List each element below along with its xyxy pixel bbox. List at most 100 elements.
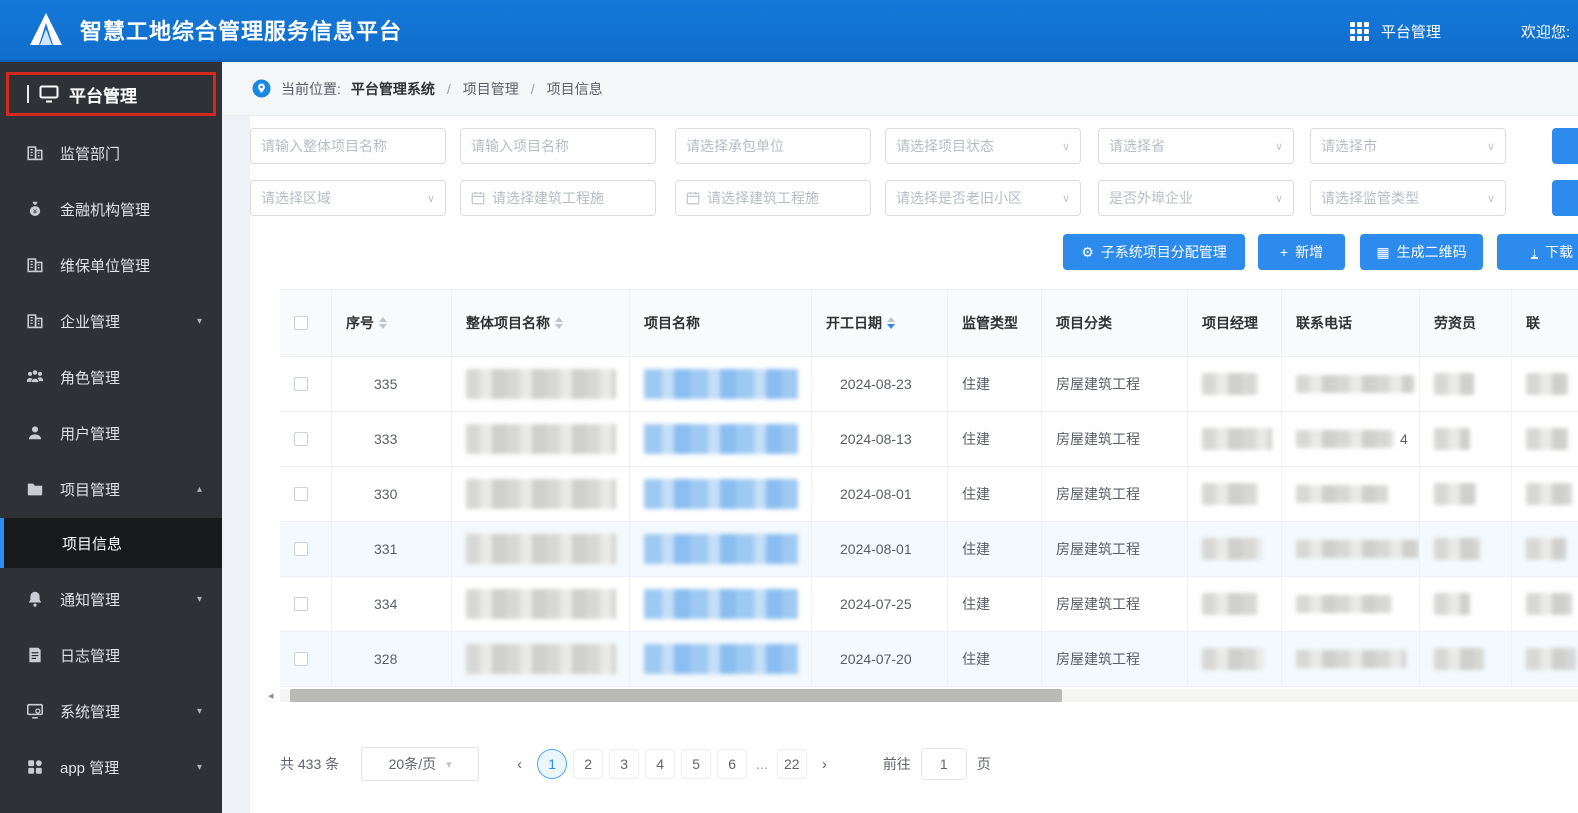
redacted-project-name-link[interactable] — [644, 424, 798, 454]
action-button-2[interactable]: ▦ 生成二维码 — [1360, 234, 1483, 270]
row-checkbox[interactable] — [294, 652, 308, 666]
page-number-2[interactable]: 2 — [573, 749, 604, 779]
table-row: 328 2024-07-20 住建 房屋建筑工程 — [280, 632, 1578, 687]
action-button-1[interactable]: + 新增 — [1258, 234, 1345, 270]
breadcrumb-root[interactable]: 平台管理系统 — [351, 79, 435, 99]
cell-project-category: 房屋建筑工程 — [1056, 486, 1140, 502]
action-button-label: 新增 — [1295, 244, 1324, 260]
filter-select-5[interactable]: 请选择市 ∨ — [1310, 128, 1506, 164]
select-all-checkbox[interactable] — [294, 316, 308, 330]
table-cell — [1282, 467, 1420, 521]
breadcrumb-item-project-info[interactable]: 项目信息 — [547, 79, 603, 99]
redacted-project-name-link[interactable] — [644, 644, 798, 674]
download-icon: ↓ — [1531, 244, 1538, 260]
next-page-button[interactable]: › — [810, 756, 839, 773]
cell-project-category: 房屋建筑工程 — [1056, 376, 1140, 392]
chevron-down-icon: ▾ — [196, 705, 202, 717]
table-row: 335 2024-08-23 住建 房屋建筑工程 — [280, 357, 1578, 412]
table-cell: 2024-08-01 — [812, 522, 948, 576]
table-header-cell-8: 联系电话 — [1282, 290, 1420, 356]
goto-page-input[interactable] — [920, 748, 967, 780]
sidebar-item-7[interactable]: 通知管理 ▾ — [0, 576, 222, 622]
sidebar-item-10[interactable]: app 管理 ▾ — [0, 744, 222, 790]
qrcode-icon: ▦ — [1376, 244, 1390, 260]
monitor-icon — [39, 85, 59, 103]
sidebar-item-8[interactable]: 日志管理 — [0, 632, 222, 678]
table-cell — [630, 412, 812, 466]
filter-input-1[interactable]: 请输入项目名称 — [460, 128, 656, 164]
sidebar-item-label: 项目管理 — [60, 481, 121, 499]
page-number-3[interactable]: 3 — [609, 749, 640, 779]
cell-seq: 335 — [374, 376, 398, 392]
sidebar-item-label: 通知管理 — [60, 591, 121, 609]
table-cell: 2024-07-20 — [812, 632, 948, 686]
page-number-1[interactable]: 1 — [537, 749, 568, 779]
scrollbar-thumb[interactable] — [290, 689, 1062, 702]
sidebar-item-label: 用户管理 — [60, 425, 121, 443]
action-button-0[interactable]: ⚙ 子系统项目分配管理 — [1063, 234, 1245, 270]
redacted-project-name-link[interactable] — [644, 369, 798, 399]
row-checkbox[interactable] — [294, 432, 308, 446]
sidebar-item-label: 企业管理 — [60, 313, 121, 331]
sidebar-item-1[interactable]: ¥ 金融机构管理 — [0, 186, 222, 232]
page-number-6[interactable]: 6 — [717, 749, 748, 779]
sidebar-item-4[interactable]: 角色管理 — [0, 354, 222, 400]
sidebar-item-2[interactable]: 维保单位管理 — [0, 242, 222, 288]
table-cell — [452, 522, 630, 576]
row-checkbox[interactable] — [294, 597, 308, 611]
filter-select-3[interactable]: 请选择是否老旧小区 ∨ — [885, 180, 1081, 216]
table-header-row: 序号 整体项目名称 项目名称 开工日期 监管类型 项目分类 项目经理 联系电话 劳资员 联 — [280, 289, 1578, 357]
table-header-cell-5: 监管类型 — [948, 290, 1042, 356]
scroll-left-arrow-icon[interactable]: ◂ — [268, 689, 274, 702]
filter-select-1[interactable]: 请选择建筑工程施 — [460, 180, 656, 216]
filter-select-4[interactable]: 是否外埠企业 ∨ — [1098, 180, 1294, 216]
header-platform-label[interactable]: 平台管理 — [1381, 21, 1441, 42]
search-button-clipped[interactable] — [1552, 128, 1578, 164]
filter-select-5[interactable]: 请选择监管类型 ∨ — [1310, 180, 1506, 216]
sidebar-item-5[interactable]: 用户管理 — [0, 410, 222, 456]
sidebar-root-platform-management[interactable]: 平台管理 — [6, 72, 216, 116]
sidebar-item-9[interactable]: 系统管理 ▾ — [0, 688, 222, 734]
row-checkbox[interactable] — [294, 487, 308, 501]
action-button-3[interactable]: ↓ 下载 — [1497, 234, 1578, 270]
sort-icon[interactable] — [379, 317, 387, 329]
prev-page-button[interactable]: ‹ — [505, 756, 534, 773]
filter-select-4[interactable]: 请选择省 ∨ — [1098, 128, 1294, 164]
redacted-project-name-link[interactable] — [644, 589, 798, 619]
filter-select-2[interactable]: 请选择建筑工程施 — [675, 180, 871, 216]
filter-select-3[interactable]: 请选择项目状态 ∨ — [885, 128, 1081, 164]
breadcrumb-item-project-management[interactable]: 项目管理 — [463, 79, 519, 99]
cell-supervision-type: 住建 — [962, 486, 990, 502]
search-button-clipped[interactable] — [1552, 180, 1578, 216]
page-number-22[interactable]: 22 — [776, 749, 807, 779]
redacted-project-name-link[interactable] — [644, 479, 798, 509]
table-cell — [1512, 467, 1578, 521]
page-size-select[interactable]: 20条/页 ▾ — [361, 747, 480, 781]
table-cell: 住建 — [948, 632, 1042, 686]
sort-icon[interactable] — [887, 317, 895, 329]
projects-table: 序号 整体项目名称 项目名称 开工日期 监管类型 项目分类 项目经理 联系电话 劳资员 联 335 2… — [280, 289, 1578, 687]
table-cell — [1282, 522, 1420, 576]
row-checkbox[interactable] — [294, 542, 308, 556]
sidebar-item-6[interactable]: 项目管理 ▴ — [0, 466, 222, 512]
filter-input-0[interactable]: 请输入整体项目名称 — [250, 128, 446, 164]
sidebar-subitem-项目信息[interactable]: 项目信息 — [0, 518, 222, 568]
pagination-total: 共 433 条 — [280, 756, 340, 772]
page-number-4[interactable]: 4 — [645, 749, 676, 779]
sidebar-item-3[interactable]: 企业管理 ▾ — [0, 298, 222, 344]
table-cell — [280, 357, 332, 411]
horizontal-scrollbar[interactable]: ◂ — [268, 689, 1578, 702]
redacted-project-name-link[interactable] — [644, 534, 798, 564]
page-number-5[interactable]: 5 — [681, 749, 712, 779]
table-cell: 2024-08-23 — [812, 357, 948, 411]
sort-icon[interactable] — [555, 317, 563, 329]
row-checkbox[interactable] — [294, 377, 308, 391]
filter-select-0[interactable]: 请选择区域 ∨ — [250, 180, 446, 216]
table-header-cell-2[interactable]: 整体项目名称 — [452, 290, 630, 356]
apps-grid-icon[interactable] — [1349, 21, 1369, 41]
sidebar-item-0[interactable]: 监管部门 — [0, 130, 222, 176]
cell-supervision-type: 住建 — [962, 376, 990, 392]
table-header-cell-1[interactable]: 序号 — [332, 290, 452, 356]
filter-input-2[interactable]: 请选择承包单位 — [675, 128, 871, 164]
table-header-cell-4[interactable]: 开工日期 — [812, 290, 948, 356]
